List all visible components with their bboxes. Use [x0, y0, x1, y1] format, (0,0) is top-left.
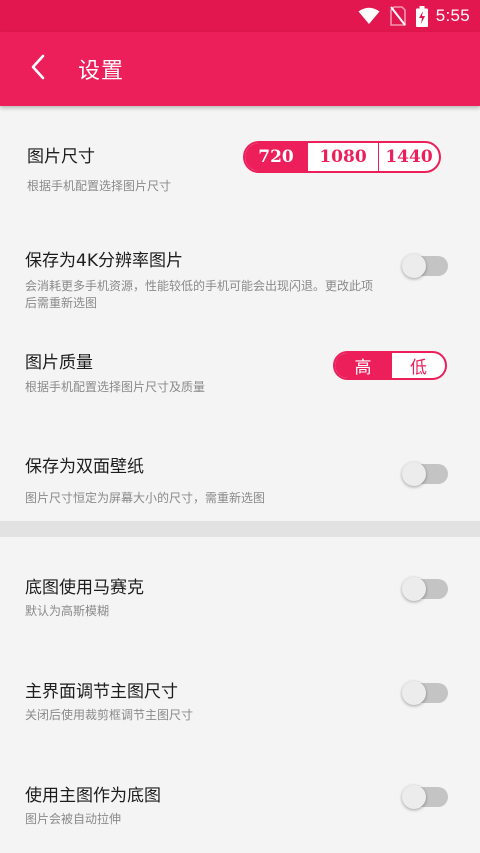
image-size-selector[interactable]: 720 1080 1440: [243, 141, 441, 173]
toggle-knob: [402, 577, 426, 601]
setting-subtitle: 根据手机配置选择图片尺寸: [27, 179, 172, 193]
setting-title: 图片尺寸: [27, 147, 95, 167]
setting-mosaic-background[interactable]: 底图使用马赛克 默认为高斯模糊: [0, 537, 480, 641]
setting-main-as-background[interactable]: 使用主图作为底图 图片会被自动拉伸: [0, 745, 480, 849]
toggle-knob: [402, 785, 426, 809]
setting-title: 保存为4K分辨率图片: [25, 251, 183, 271]
no-sim-icon: [389, 6, 406, 26]
setting-subtitle: 会消耗更多手机资源，性能较低的手机可能会出现闪退。更改此项后需重新选图: [25, 279, 374, 310]
setting-subtitle: 图片尺寸恒定为屏幕大小的尺寸，需重新选图: [25, 491, 266, 505]
quality-option-low[interactable]: 低: [391, 353, 445, 378]
quality-option-high[interactable]: 高: [335, 353, 391, 378]
mosaic-background-toggle[interactable]: [402, 577, 448, 601]
setting-image-size: 图片尺寸 根据手机配置选择图片尺寸 720 1080 1440: [0, 106, 480, 210]
app-bar: 设置: [0, 32, 480, 106]
size-option-1440[interactable]: 1440: [378, 143, 439, 171]
image-quality-selector[interactable]: 高 低: [333, 351, 447, 380]
setting-subtitle: 图片会被自动拉伸: [25, 812, 122, 826]
save-4k-toggle[interactable]: [402, 254, 448, 278]
dual-wallpaper-toggle[interactable]: [402, 462, 448, 486]
section-divider: [0, 521, 480, 537]
back-button[interactable]: [14, 45, 62, 93]
toggle-knob: [402, 462, 426, 486]
setting-title: 使用主图作为底图: [25, 786, 161, 806]
status-bar: 5:55: [0, 0, 480, 32]
setting-subtitle: 关闭后使用裁剪框调节主图尺寸: [25, 708, 194, 722]
toggle-knob: [402, 681, 426, 705]
chevron-left-icon: [29, 54, 47, 84]
wifi-icon: [358, 7, 380, 25]
toggle-knob: [402, 254, 426, 278]
setting-title: 底图使用马赛克: [25, 578, 144, 598]
status-time: 5:55: [435, 6, 470, 25]
page-title: 设置: [78, 59, 125, 84]
battery-charging-icon: [415, 5, 428, 27]
setting-main-size-adjust[interactable]: 主界面调节主图尺寸 关闭后使用裁剪框调节主图尺寸: [0, 641, 480, 745]
size-option-720[interactable]: 720: [245, 143, 307, 171]
setting-title: 主界面调节主图尺寸: [25, 682, 178, 702]
main-size-adjust-toggle[interactable]: [402, 681, 448, 705]
setting-dual-wallpaper[interactable]: 保存为双面壁纸 图片尺寸恒定为屏幕大小的尺寸，需重新选图: [0, 416, 480, 521]
main-as-background-toggle[interactable]: [402, 785, 448, 809]
setting-subtitle: 默认为高斯模糊: [25, 604, 110, 618]
setting-title: 保存为双面壁纸: [25, 457, 144, 477]
size-option-1080[interactable]: 1080: [307, 143, 378, 171]
setting-title: 图片质量: [25, 353, 93, 373]
setting-image-quality: 图片质量 根据手机配置选择图片尺寸及质量 高 低: [0, 320, 480, 416]
setting-save-4k[interactable]: 保存为4K分辨率图片 会消耗更多手机资源，性能较低的手机可能会出现闪退。更改此项…: [0, 210, 480, 320]
setting-subtitle: 根据手机配置选择图片尺寸及质量: [25, 380, 206, 394]
